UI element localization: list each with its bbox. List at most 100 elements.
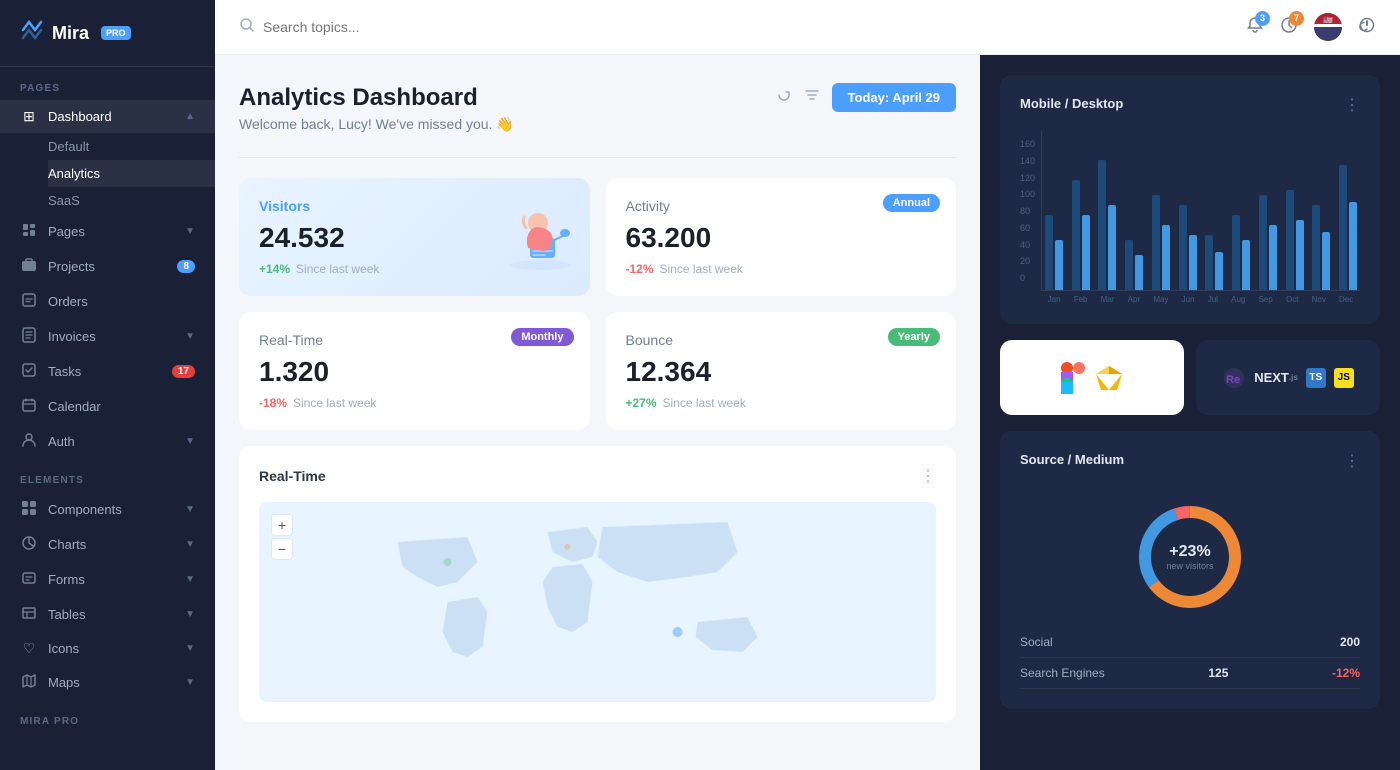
sidebar-item-pages[interactable]: Pages ▼: [0, 214, 215, 249]
svg-text:Re: Re: [1226, 374, 1240, 386]
sidebar-item-label: Auth: [48, 434, 75, 449]
filter-icon[interactable]: [804, 87, 820, 108]
source-rows: Social 200 Search Engines 125 -12%: [1020, 627, 1360, 689]
x-axis-labels: Jan Feb Mar Apr May Jun Jul Aug Sep Oct …: [1041, 295, 1360, 304]
projects-badge: 8: [177, 260, 195, 273]
divider: [239, 157, 956, 158]
source-search-change: -12%: [1332, 666, 1360, 680]
activity-change-pct: -12%: [626, 262, 654, 276]
source-search-value: 125: [1208, 666, 1228, 680]
dark-bar-jun-1: [1179, 205, 1187, 290]
donut-chart: +23% new visitors: [1130, 497, 1250, 617]
sidebar-item-label: Components: [48, 502, 122, 517]
sidebar-item-label: Default: [48, 139, 89, 154]
calendar-icon: [20, 397, 38, 416]
topbar-actions: 3 7 🇺🇸: [1246, 13, 1376, 41]
tech-stack-card: Re NEXT .js TS JS: [1196, 340, 1380, 415]
language-selector[interactable]: 🇺🇸: [1314, 13, 1342, 41]
javascript-icon: JS: [1334, 368, 1354, 388]
donut-center-text: +23% new visitors: [1166, 543, 1213, 571]
dark-bar-sep-1: [1259, 195, 1267, 290]
sidebar-item-auth[interactable]: Auth ▼: [0, 424, 215, 459]
figma-sketch-card: [1000, 340, 1184, 415]
page-subtitle: Welcome back, Lucy! We've missed you. 👋: [239, 116, 956, 133]
sidebar-item-label: Maps: [48, 675, 80, 690]
sidebar-item-default[interactable]: Default: [48, 133, 215, 160]
sidebar-item-projects[interactable]: Projects 8: [0, 249, 215, 284]
chevron-icon: ▲: [185, 111, 195, 122]
dark-bar-nov-2: [1322, 232, 1330, 290]
sidebar-item-label: Tasks: [48, 364, 81, 379]
sidebar-item-maps[interactable]: Maps ▼: [0, 665, 215, 700]
bounce-value: 12.364: [626, 356, 937, 388]
dark-bar-oct-1: [1286, 190, 1294, 290]
dashboard-submenu: Default Analytics SaaS: [0, 133, 215, 214]
mira-pro-section-label: MIRA PRO: [0, 700, 215, 733]
bar-group-jul: [1203, 235, 1227, 290]
activity-change-label: Since last week: [660, 262, 743, 276]
source-medium-menu[interactable]: ⋮: [1344, 451, 1360, 471]
dark-bar-may-2: [1162, 225, 1170, 290]
activity-change: -12% Since last week: [626, 262, 937, 276]
dark-bar-apr-1: [1125, 240, 1133, 290]
bell-button[interactable]: 7: [1280, 16, 1298, 39]
dark-bar-jul-2: [1215, 252, 1223, 290]
dark-chart-menu[interactable]: ⋮: [1344, 95, 1360, 115]
chevron-icon: ▼: [185, 643, 195, 654]
dark-bar-jan-1: [1045, 215, 1053, 290]
logo-icon: [20, 18, 44, 48]
dark-bar-feb-1: [1072, 180, 1080, 290]
sidebar-item-analytics[interactable]: Analytics: [48, 160, 215, 187]
sidebar-item-label: SaaS: [48, 193, 80, 208]
map-title: Real-Time: [259, 468, 326, 484]
refresh-icon[interactable]: [776, 87, 792, 108]
sidebar-item-orders[interactable]: Orders: [0, 284, 215, 319]
content-light: Analytics Dashboard Today: April 29 Welc…: [215, 55, 980, 770]
visitors-change-pct: +14%: [259, 262, 290, 276]
sidebar-item-invoices[interactable]: Invoices ▼: [0, 319, 215, 354]
sidebar-item-charts[interactable]: Charts ▼: [0, 527, 215, 562]
sidebar-item-components[interactable]: Components ▼: [0, 492, 215, 527]
icons-icon: ♡: [20, 640, 38, 657]
chevron-icon: ▼: [185, 504, 195, 515]
today-button[interactable]: Today: April 29: [832, 83, 956, 112]
donut-container: +23% new visitors: [1020, 487, 1360, 627]
sidebar-item-calendar[interactable]: Calendar: [0, 389, 215, 424]
sidebar-item-icons[interactable]: ♡ Icons ▼: [0, 632, 215, 665]
forms-icon: [20, 570, 38, 589]
power-button[interactable]: [1358, 16, 1376, 39]
bar-group-oct: [1283, 190, 1307, 290]
sidebar-item-forms[interactable]: Forms ▼: [0, 562, 215, 597]
sidebar-item-saas[interactable]: SaaS: [48, 187, 215, 214]
sidebar-item-dashboard[interactable]: ⊞ Dashboard ▲: [0, 100, 215, 133]
sidebar-logo: Mira PRO: [0, 0, 215, 67]
map-menu-icon[interactable]: ⋮: [920, 466, 936, 486]
search-input[interactable]: [263, 19, 1234, 35]
sidebar-item-label: Projects: [48, 259, 95, 274]
sidebar-item-label: Analytics: [48, 166, 100, 181]
tasks-badge: 17: [172, 365, 195, 378]
source-medium-title: Source / Medium: [1020, 452, 1124, 467]
sidebar-item-tables[interactable]: Tables ▼: [0, 597, 215, 632]
bar-group-sep: [1256, 195, 1280, 290]
pages-icon: [20, 222, 38, 241]
sketch-icon: [1095, 365, 1123, 391]
dark-bar-oct-2: [1296, 220, 1304, 290]
page-header-top: Analytics Dashboard Today: April 29: [239, 83, 956, 112]
content-split: Analytics Dashboard Today: April 29 Welc…: [215, 55, 1400, 770]
dark-bar-dec-1: [1339, 165, 1347, 290]
sidebar-item-label: Tables: [48, 607, 86, 622]
notifications-button[interactable]: 3: [1246, 16, 1264, 39]
sidebar-item-label: Charts: [48, 537, 86, 552]
invoices-icon: [20, 327, 38, 346]
dark-bars-area: [1041, 131, 1360, 291]
dark-bar-sep-2: [1269, 225, 1277, 290]
bar-group-aug: [1229, 215, 1253, 290]
logo-text: Mira: [52, 23, 89, 44]
stat-card-activity: Annual Activity 63.200 -12% Since last w…: [606, 178, 957, 296]
chevron-icon: ▼: [185, 226, 195, 237]
bell-count: 7: [1289, 11, 1304, 26]
charts-icon: [20, 535, 38, 554]
sidebar-item-tasks[interactable]: Tasks 17: [0, 354, 215, 389]
map-header: Real-Time ⋮: [259, 466, 936, 486]
